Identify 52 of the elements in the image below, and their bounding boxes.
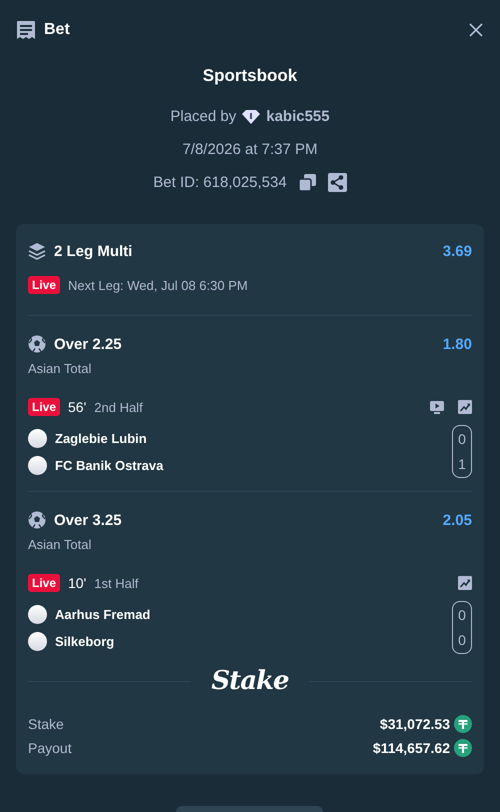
team-logo [28,456,47,474]
username-link[interactable]: kabic555 [266,108,330,125]
selection-name: Over 3.25 [54,512,123,528]
leg-odds: 1.80 [442,336,472,352]
live-badge: Live [28,398,60,416]
match-period: 2nd Half [94,400,144,414]
soccer-ball-icon [28,511,46,529]
bet-date: 7/8/2026 at 7:37 PM [182,141,318,158]
team-name: Zaglebie Lubin [55,430,147,446]
team-score: 0 [458,607,466,623]
team-name: FC Banik Ostrava [55,458,164,472]
diamond-icon [242,110,260,124]
layers-icon [28,242,46,260]
copy-button[interactable] [298,174,316,191]
selection-name: Over 2.25 [54,336,123,352]
team-logo [28,604,47,624]
chart-icon[interactable] [458,576,472,590]
next-leg-time: Next Leg: Wed, Jul 08 6:30 PM [68,278,248,292]
team-score: 1 [458,456,466,472]
chart-icon[interactable] [458,400,472,414]
total-odds: 3.69 [442,242,472,260]
dialog-title: Bet [44,21,71,39]
close-button[interactable] [468,22,484,38]
leg-odds: 2.05 [442,512,472,528]
bet-type: 2 Leg Multi [54,242,134,260]
live-badge: Live [28,574,60,592]
share-button[interactable] [328,173,347,192]
soccer-ball-icon [28,335,46,353]
brand-logo: Stake [211,666,289,696]
market-name: Asian Total [28,360,92,378]
total-label: Payout [28,740,73,756]
total-label: Stake [28,716,65,732]
page-heading: Sportsbook [202,66,298,86]
live-badge: Live [28,276,60,294]
match-period: 1st Half [94,576,140,590]
total-amount: $31,072.53 [380,716,450,732]
team-name: Silkeborg [55,634,114,648]
team-logo [28,428,47,448]
placed-by-label: Placed by [170,108,236,125]
match-minute: 56' [68,399,86,415]
team-score: 0 [458,431,466,447]
match-minute: 10' [68,575,86,591]
tether-coin-icon [454,715,472,733]
total-amount: $114,657.62 [372,740,450,756]
tv-play-icon[interactable] [430,400,444,414]
market-name: Asian Total [28,536,92,554]
tether-coin-icon [454,739,472,757]
team-name: Aarhus Fremad [55,606,150,622]
team-score: 0 [458,632,466,648]
team-logo [28,632,47,650]
bet-id: Bet ID: 618,025,534 [153,174,287,191]
receipt-icon [16,20,36,40]
